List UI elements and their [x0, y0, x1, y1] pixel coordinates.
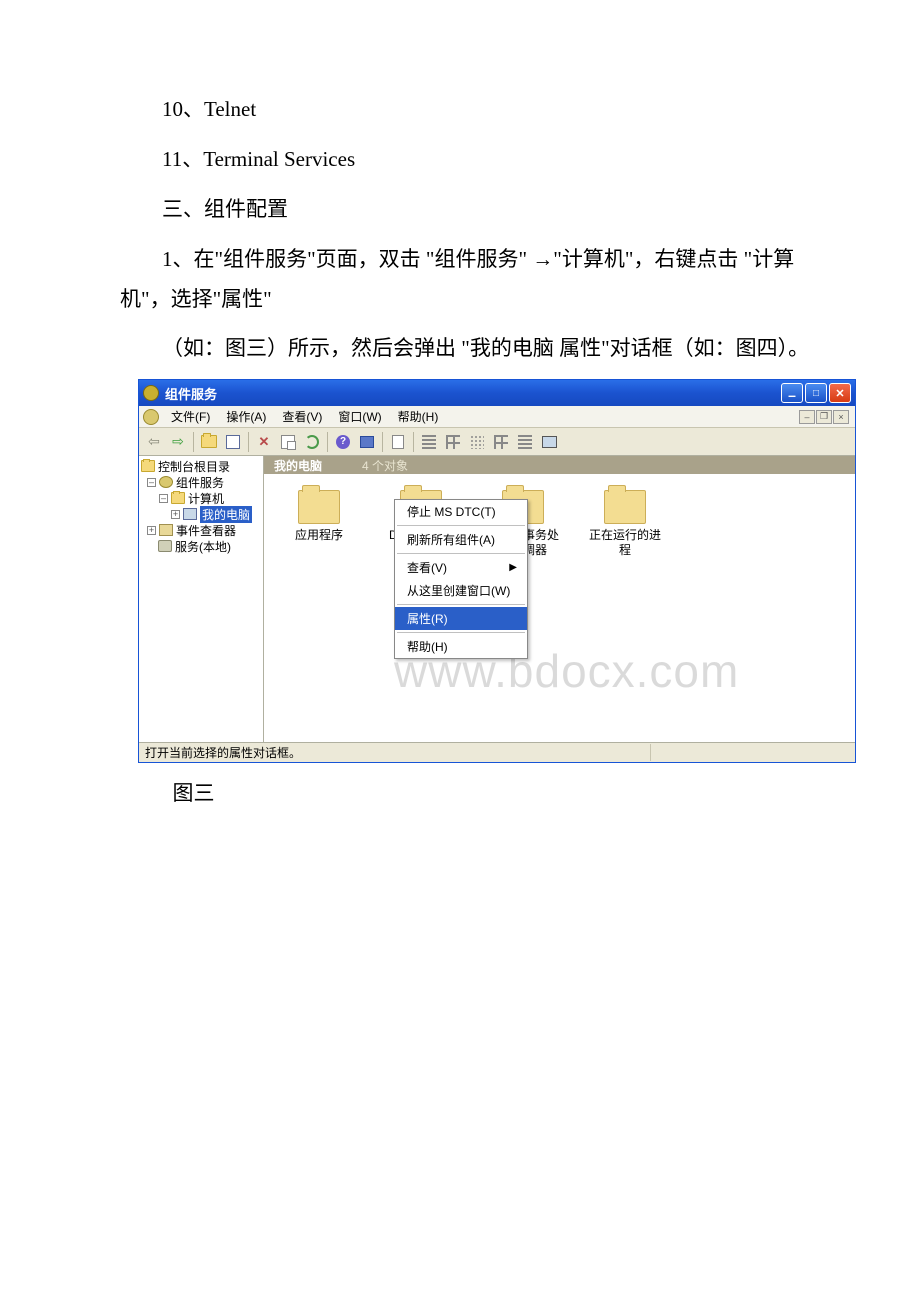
mdi-icon — [143, 409, 159, 425]
menu-file[interactable]: 文件(F) — [163, 406, 218, 427]
tree-my-computer[interactable]: + 我的电脑 — [141, 506, 263, 522]
ctx-properties[interactable]: 属性(R) — [395, 607, 527, 630]
figure-3-screenshot: 组件服务 文件(F) 操作(A) 查看(V) 窗口(W) 帮助(H) — [138, 379, 810, 763]
detail-header: 我的电脑 4 个对象 — [264, 456, 855, 474]
component-services-window: 组件服务 文件(F) 操作(A) 查看(V) 窗口(W) 帮助(H) — [138, 379, 856, 763]
menu-help[interactable]: 帮助(H) — [390, 406, 447, 427]
toolbar-view-list-button[interactable] — [418, 431, 440, 453]
tree-expand-icon[interactable]: + — [147, 526, 156, 535]
toolbar: ⇦ ⇨ ✕ — [139, 428, 855, 456]
toolbar-window-button[interactable] — [356, 431, 378, 453]
step-1: 1、在"组件服务"页面，双击 "组件服务" →"计算机"，右键点击 "计算机"，… — [120, 240, 810, 320]
maximize-button[interactable] — [805, 383, 827, 403]
context-menu: 停止 MS DTC(T) 刷新所有组件(A) 查看(V)▶ 从这里创建窗口(W)… — [394, 499, 528, 659]
folder-running-processes[interactable]: 正在运行的进程 — [588, 490, 662, 558]
tree-collapse-icon[interactable]: – — [147, 478, 156, 487]
detail-pane: 我的电脑 4 个对象 应用程序 DCOM 配置 — [264, 456, 855, 742]
close-button[interactable] — [829, 383, 851, 403]
detail-header-name: 我的电脑 — [274, 457, 362, 474]
menu-action[interactable]: 操作(A) — [218, 406, 274, 427]
tree-collapse-icon[interactable]: – — [159, 494, 168, 503]
menubar: 文件(F) 操作(A) 查看(V) 窗口(W) 帮助(H) – ❐ × — [139, 406, 855, 428]
computer-icon — [183, 508, 197, 520]
toolbar-showtree-button[interactable] — [222, 431, 244, 453]
folder-icon — [171, 492, 185, 504]
toolbar-view-icon3-button[interactable] — [514, 431, 536, 453]
folder-icon — [298, 490, 340, 524]
text-line-10: 10、Telnet — [120, 90, 810, 130]
detail-header-count: 4 个对象 — [362, 457, 408, 474]
submenu-arrow-icon: ▶ — [509, 562, 517, 573]
toolbar-view-icon1-button[interactable] — [466, 431, 488, 453]
services-icon — [159, 476, 173, 488]
tree-pane[interactable]: 控制台根目录 – 组件服务 – 计算机 — [139, 456, 264, 742]
step-1-cont: （如：图三）所示，然后会弹出 "我的电脑 属性"对话框（如：图四）。 — [120, 329, 810, 369]
statusbar: 打开当前选择的属性对话框。 — [139, 742, 855, 762]
statusbar-text: 打开当前选择的属性对话框。 — [143, 744, 651, 761]
figure-caption: 图三 — [120, 777, 810, 807]
toolbar-computer-button[interactable] — [538, 431, 560, 453]
ctx-refresh-components[interactable]: 刷新所有组件(A) — [395, 528, 527, 551]
tree-local-services[interactable]: 服务(本地) — [141, 538, 263, 554]
toolbar-view-detail-button[interactable] — [442, 431, 464, 453]
tree-event-viewer[interactable]: + 事件查看器 — [141, 522, 263, 538]
text-line-11: 11、Terminal Services — [120, 140, 810, 180]
folder-applications[interactable]: 应用程序 — [282, 490, 356, 543]
window-titlebar: 组件服务 — [139, 380, 855, 406]
mdi-minimize-button[interactable]: – — [799, 410, 815, 424]
toolbar-properties-button[interactable] — [277, 431, 299, 453]
menu-window[interactable]: 窗口(W) — [330, 406, 389, 427]
ctx-stop-dtc[interactable]: 停止 MS DTC(T) — [395, 500, 527, 523]
section-heading: 三、组件配置 — [120, 190, 810, 230]
tree-component-services[interactable]: – 组件服务 — [141, 474, 263, 490]
ctx-new-window[interactable]: 从这里创建窗口(W) — [395, 579, 527, 602]
toolbar-delete-button[interactable]: ✕ — [253, 431, 275, 453]
menu-view[interactable]: 查看(V) — [274, 406, 330, 427]
toolbar-export-button[interactable] — [387, 431, 409, 453]
app-icon — [143, 385, 159, 401]
toolbar-refresh-button[interactable] — [301, 431, 323, 453]
tree-computers[interactable]: – 计算机 — [141, 490, 263, 506]
tree-console-root[interactable]: 控制台根目录 — [141, 458, 263, 474]
toolbar-up-button[interactable] — [198, 431, 220, 453]
minimize-button[interactable] — [781, 383, 803, 403]
toolbar-view-icon2-button[interactable] — [490, 431, 512, 453]
ctx-help[interactable]: 帮助(H) — [395, 635, 527, 658]
window-title: 组件服务 — [165, 384, 781, 403]
mdi-close-button[interactable]: × — [833, 410, 849, 424]
tree-expand-icon[interactable]: + — [171, 510, 180, 519]
folder-icon — [604, 490, 646, 524]
toolbar-help-button[interactable] — [332, 431, 354, 453]
toolbar-back-button[interactable]: ⇦ — [143, 431, 165, 453]
ctx-view[interactable]: 查看(V)▶ — [395, 556, 527, 579]
gear-icon — [158, 540, 172, 552]
mdi-restore-button[interactable]: ❐ — [816, 410, 832, 424]
folder-icon — [141, 460, 155, 472]
content-panes: 控制台根目录 – 组件服务 – 计算机 — [139, 456, 855, 742]
toolbar-forward-button[interactable]: ⇨ — [167, 431, 189, 453]
event-viewer-icon — [159, 524, 173, 536]
